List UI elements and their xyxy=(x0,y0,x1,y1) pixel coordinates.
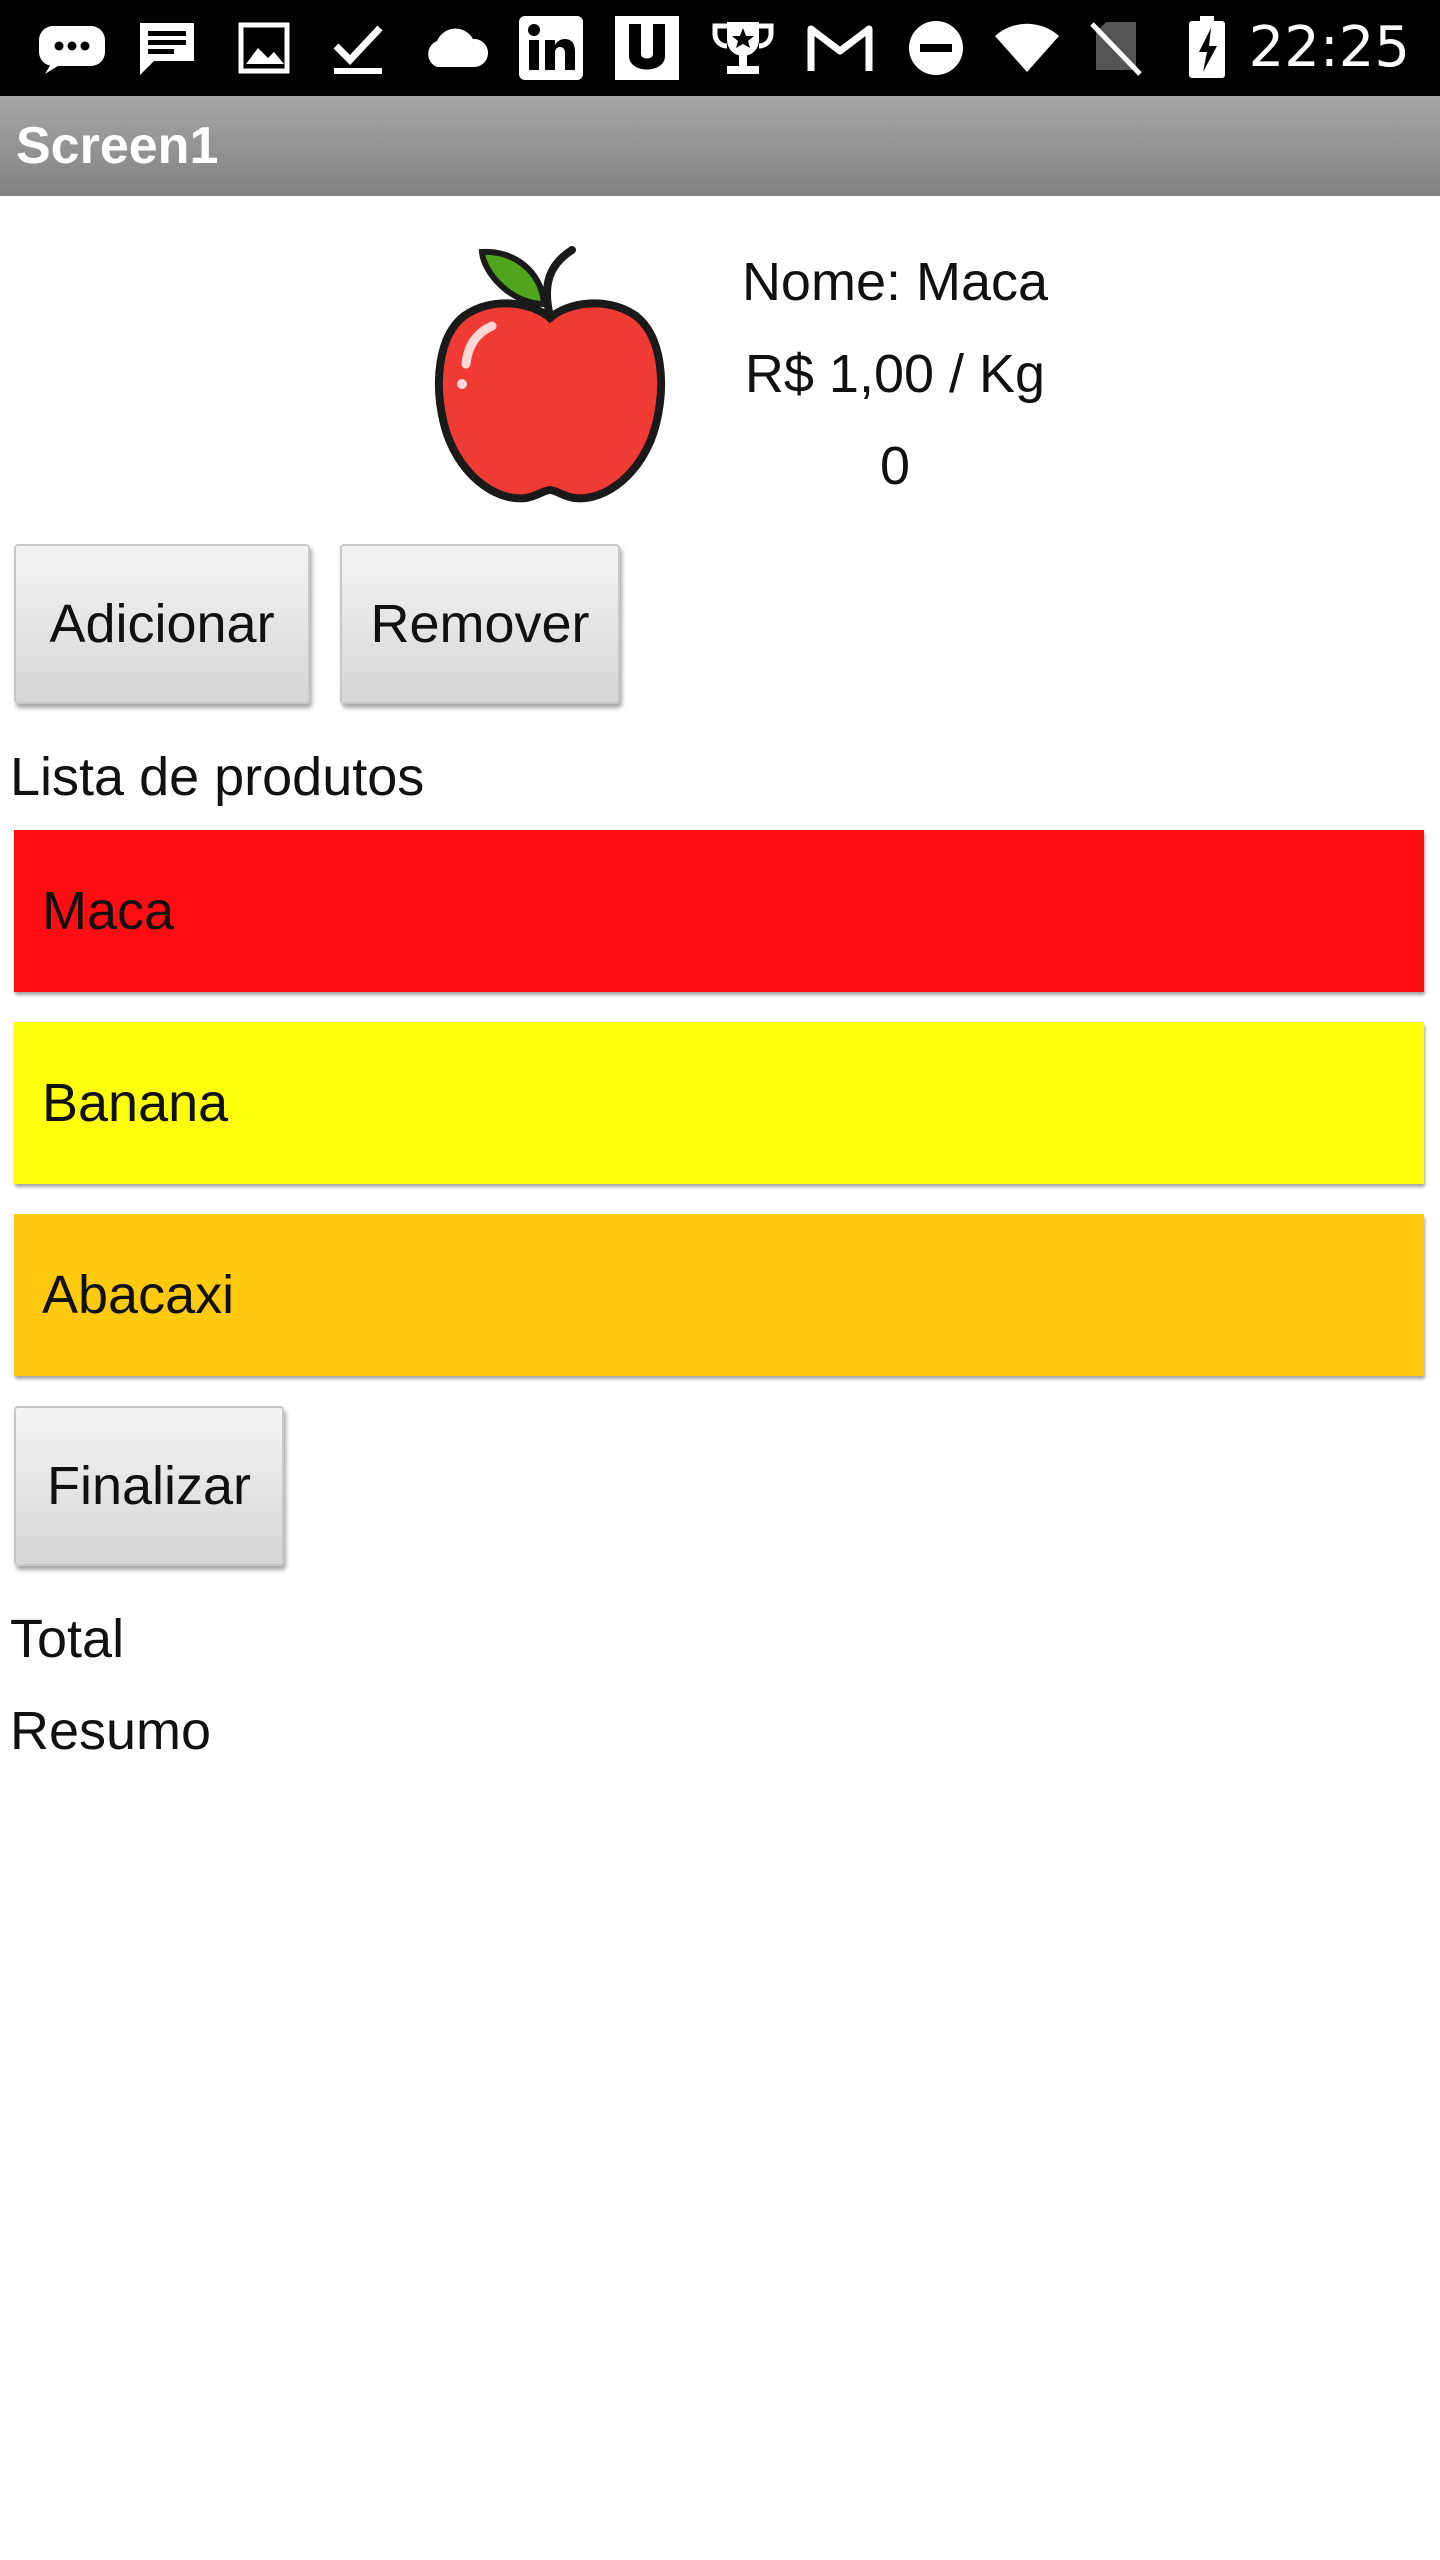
list-item-abacaxi[interactable]: Abacaxi xyxy=(14,1214,1424,1376)
u-app-icon xyxy=(614,16,680,80)
wifi-icon xyxy=(992,18,1062,78)
clock: 22:25 xyxy=(1248,15,1410,80)
status-bar: 22:25 xyxy=(0,0,1440,96)
app-bar: Screen1 xyxy=(0,96,1440,196)
image-icon xyxy=(236,18,292,78)
list-item-banana[interactable]: Banana xyxy=(14,1022,1424,1184)
remove-button[interactable]: Remover xyxy=(340,544,620,704)
add-button[interactable]: Adicionar xyxy=(14,544,310,704)
linkedin-icon xyxy=(518,16,584,80)
messaging-icon xyxy=(36,18,108,78)
cloud-icon xyxy=(420,18,490,78)
product-price: R$ 1,00 / Kg xyxy=(744,344,1046,404)
chat-icon xyxy=(134,18,200,78)
product-info: Nome: Maca R$ 1,00 / Kg 0 xyxy=(690,236,1100,512)
list-item-maca[interactable]: Maca xyxy=(14,830,1424,992)
apple-icon xyxy=(432,244,668,506)
total-label: Total xyxy=(10,1609,125,1669)
app-title: Screen1 xyxy=(16,117,219,175)
product-quantity: 0 xyxy=(879,436,911,496)
gmail-icon xyxy=(806,18,874,78)
do-not-disturb-icon xyxy=(906,18,966,78)
battery-charging-icon xyxy=(1184,16,1230,78)
no-sim-icon xyxy=(1086,18,1146,78)
product-name: Nome: Maca xyxy=(741,252,1049,312)
resumo-label: Resumo xyxy=(10,1701,212,1761)
list-header: Lista de produtos xyxy=(10,747,425,807)
trophy-icon xyxy=(710,18,776,78)
download-done-icon xyxy=(330,18,386,78)
finish-button[interactable]: Finalizar xyxy=(14,1406,284,1566)
